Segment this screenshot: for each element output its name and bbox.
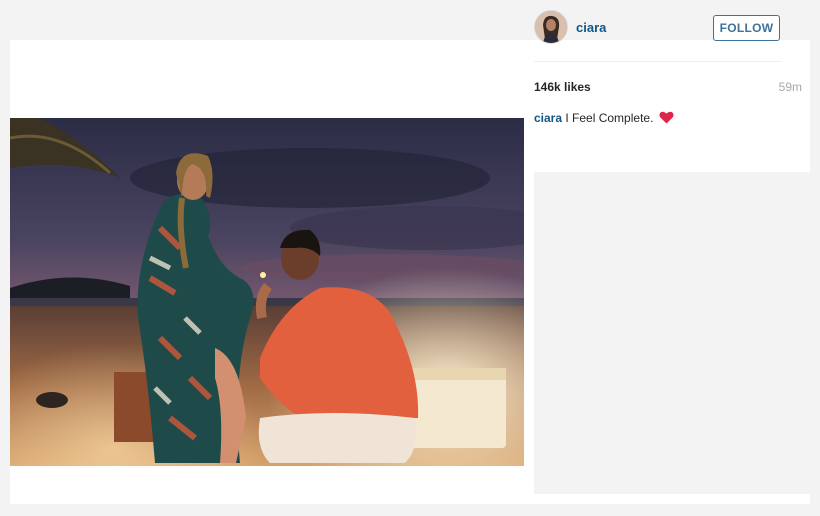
caption-text: I Feel Complete. xyxy=(565,111,654,125)
caption: ciara I Feel Complete. xyxy=(534,111,674,127)
likes-count[interactable]: 146k likes xyxy=(534,80,591,94)
follow-button[interactable]: FOLLOW xyxy=(713,15,780,41)
photo-image xyxy=(10,118,524,466)
post-card xyxy=(10,40,810,504)
avatar[interactable] xyxy=(534,10,568,44)
caption-username-link[interactable]: ciara xyxy=(534,111,562,125)
post-timestamp[interactable]: 59m xyxy=(779,80,802,94)
heart-icon xyxy=(659,111,674,127)
comments-area xyxy=(534,172,810,494)
username-link[interactable]: ciara xyxy=(576,20,606,35)
post-photo[interactable] xyxy=(10,118,524,466)
avatar-image xyxy=(535,11,567,43)
header-divider xyxy=(534,61,782,62)
